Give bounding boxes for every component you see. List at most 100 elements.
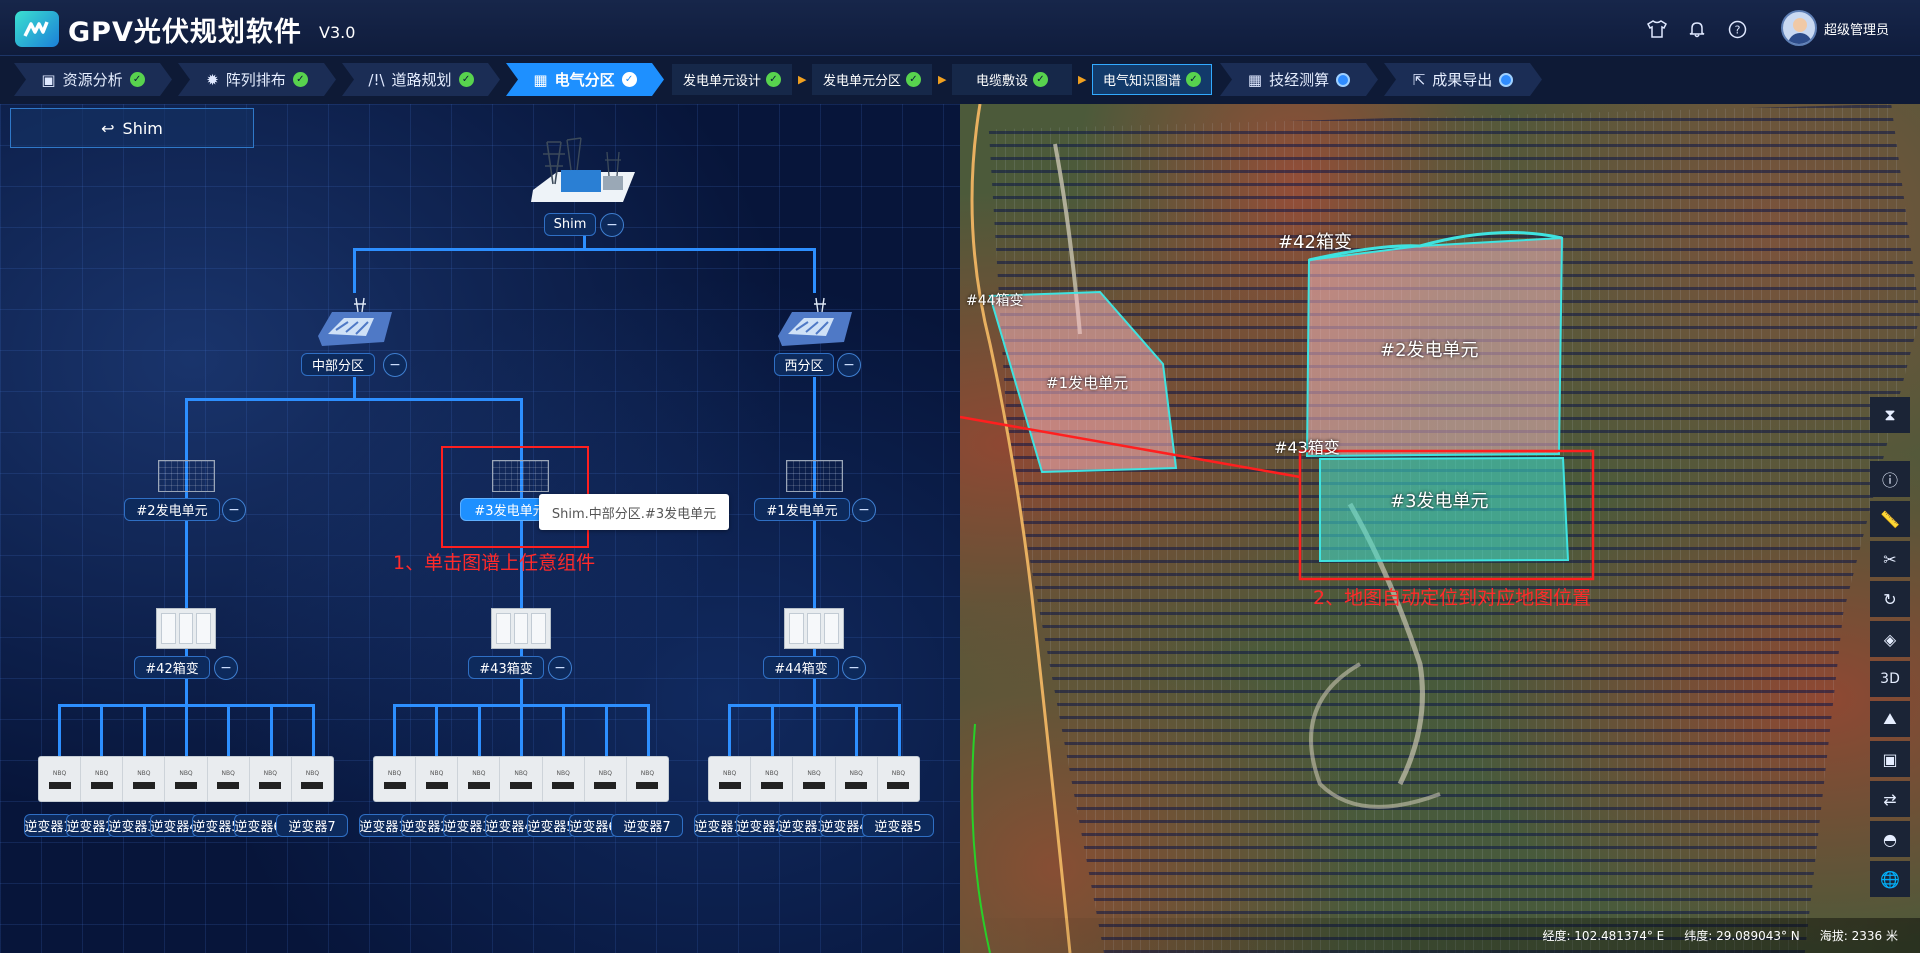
substep-knowledge-graph[interactable]: 电气知识图谱 ✓: [1092, 64, 1212, 95]
connector-line: [855, 704, 859, 756]
help-icon[interactable]: ?: [1726, 18, 1748, 40]
substation-icon[interactable]: [527, 132, 641, 204]
layers-icon[interactable]: ◈: [1870, 621, 1910, 657]
check-icon: ✓: [1186, 72, 1201, 87]
node-inverter[interactable]: 逆变器2: [736, 814, 784, 837]
node-inverter[interactable]: 逆变器3: [778, 814, 826, 837]
node-inverter[interactable]: 逆变器4: [150, 814, 198, 837]
electric-icon: ▦: [533, 70, 548, 89]
box-transformer-icon[interactable]: [784, 608, 844, 649]
shirt-icon[interactable]: [1646, 18, 1668, 40]
box-transformer-icon[interactable]: [156, 608, 216, 649]
app-title: GPV光伏规划软件: [68, 17, 302, 48]
node-zone-west[interactable]: 西分区: [774, 353, 834, 376]
back-label: Shim: [122, 118, 163, 138]
collapse-button[interactable]: −: [600, 213, 624, 237]
connector-line: [435, 704, 439, 756]
globe-settings-icon[interactable]: 🌐: [1870, 861, 1910, 897]
node-inverter[interactable]: 逆变器7: [611, 814, 683, 837]
info-icon[interactable]: ⓘ: [1870, 461, 1910, 497]
node-inverter[interactable]: 逆变器3: [443, 814, 491, 837]
node-inverter[interactable]: 逆变器1: [359, 814, 407, 837]
ruler-icon[interactable]: 📏: [1870, 501, 1910, 537]
node-unit-1[interactable]: #1发电单元: [754, 498, 850, 521]
connector-line: [813, 704, 816, 756]
step-export[interactable]: ⇱ 成果导出: [1384, 63, 1542, 96]
collapse-button[interactable]: −: [852, 498, 876, 522]
pv-panel-icon[interactable]: [158, 460, 215, 492]
node-inverter[interactable]: 逆变器5: [862, 814, 934, 837]
road-icon: /!\: [368, 70, 385, 89]
node-inverter[interactable]: 逆变器6: [569, 814, 617, 837]
step-road-planning[interactable]: /!\ 道路规划 ✓: [342, 63, 500, 96]
hourglass-icon[interactable]: ⧗: [1870, 397, 1910, 433]
bell-icon[interactable]: [1686, 18, 1708, 40]
substep-unit-zoning[interactable]: 发电单元分区 ✓: [812, 64, 932, 95]
node-inverter[interactable]: 逆变器6: [234, 814, 282, 837]
step-array-layout[interactable]: ✹ 阵列排布 ✓: [178, 63, 336, 96]
node-inverter[interactable]: 逆变器4: [820, 814, 868, 837]
box-transformer-icon[interactable]: [491, 608, 551, 649]
connector-line: [646, 704, 650, 756]
inverter-group-1[interactable]: NBQ NBQ NBQ NBQ NBQ NBQ NBQ: [38, 756, 334, 802]
node-box-44[interactable]: #44箱变: [763, 656, 839, 679]
inverter-group-2[interactable]: NBQ NBQ NBQ NBQ NBQ NBQ NBQ: [373, 756, 669, 802]
inverter-group-3[interactable]: NBQ NBQ NBQ NBQ NBQ: [708, 756, 920, 802]
back-button[interactable]: ↩ Shim: [10, 108, 254, 148]
node-inverter[interactable]: 逆变器1: [694, 814, 742, 837]
substep-cable-laying[interactable]: 电缆敷设 ✓: [952, 64, 1072, 95]
node-inverter[interactable]: 逆变器1: [24, 814, 72, 837]
annotation-step1: 1、单击图谱上任意组件: [393, 552, 596, 574]
node-inverter[interactable]: 逆变器2: [66, 814, 114, 837]
terrain-icon[interactable]: ⛰: [1870, 701, 1910, 737]
substep-unit-design[interactable]: 发电单元设计 ✓: [672, 64, 792, 95]
zone-substation-icon[interactable]: [314, 294, 394, 348]
export-icon: ⇱: [1412, 70, 1426, 89]
node-unit-2[interactable]: #2发电单元: [124, 498, 220, 521]
check-icon: ✓: [459, 72, 474, 87]
map-view[interactable]: #42箱变 #44箱变 #43箱变 #2发电单元 #1发电单元 #3发电单元 2…: [960, 104, 1920, 953]
arrow-icon: ▶: [938, 73, 947, 86]
collapse-button[interactable]: −: [548, 656, 572, 680]
node-box-42[interactable]: #42箱变: [134, 656, 210, 679]
node-box-43[interactable]: #43箱变: [468, 656, 544, 679]
collapse-button[interactable]: −: [222, 498, 246, 522]
workflow-steps: ▣ 资源分析 ✓ ✹ 阵列排布 ✓ /!\ 道路规划 ✓ ▦ 电气分区 ✓ 发电…: [0, 56, 1920, 104]
refresh-icon[interactable]: ↻: [1870, 581, 1910, 617]
node-inverter[interactable]: 逆变器3: [108, 814, 156, 837]
swap-icon[interactable]: ⇄: [1870, 781, 1910, 817]
3d-button[interactable]: 3D: [1870, 661, 1910, 697]
map-label-box43: #43箱变: [1274, 438, 1340, 457]
collapse-button[interactable]: −: [383, 353, 407, 377]
latitude-readout: 纬度: 29.089043° N: [1684, 929, 1800, 943]
compass-icon[interactable]: ◓: [1870, 821, 1910, 857]
step-resource-analysis[interactable]: ▣ 资源分析 ✓: [14, 63, 172, 96]
step-tech-econ[interactable]: ▦ 技经测算: [1220, 63, 1378, 96]
node-inverter[interactable]: 逆变器2: [401, 814, 449, 837]
connector-line: [58, 704, 62, 756]
step-label: 发电单元设计: [682, 74, 761, 89]
step-electrical-zoning[interactable]: ▦ 电气分区 ✓: [506, 63, 664, 96]
zone-substation-icon[interactable]: [774, 294, 854, 348]
tools-icon[interactable]: ✂: [1870, 541, 1910, 577]
map-label-box44: #44箱变: [966, 293, 1024, 309]
collapse-button[interactable]: −: [837, 353, 861, 377]
node-inverter[interactable]: 逆变器5: [192, 814, 240, 837]
connector-line: [311, 704, 315, 756]
avatar[interactable]: [1781, 10, 1817, 46]
user-name[interactable]: 超级管理员: [1824, 19, 1889, 38]
check-icon: ✓: [766, 72, 781, 87]
connector-line: [770, 704, 774, 756]
image-icon[interactable]: ▣: [1870, 741, 1910, 777]
node-root[interactable]: Shim: [544, 213, 596, 236]
node-inverter[interactable]: 逆变器4: [485, 814, 533, 837]
pv-panel-icon[interactable]: [786, 460, 843, 492]
node-inverter[interactable]: 逆变器5: [527, 814, 575, 837]
collapse-button[interactable]: −: [842, 656, 866, 680]
collapse-button[interactable]: −: [214, 656, 238, 680]
connector-line: [562, 704, 566, 756]
arrow-icon: ▶: [1078, 73, 1087, 86]
node-zone-central[interactable]: 中部分区: [301, 353, 375, 376]
node-inverter[interactable]: 逆变器7: [276, 814, 348, 837]
connector-line: [728, 704, 732, 756]
